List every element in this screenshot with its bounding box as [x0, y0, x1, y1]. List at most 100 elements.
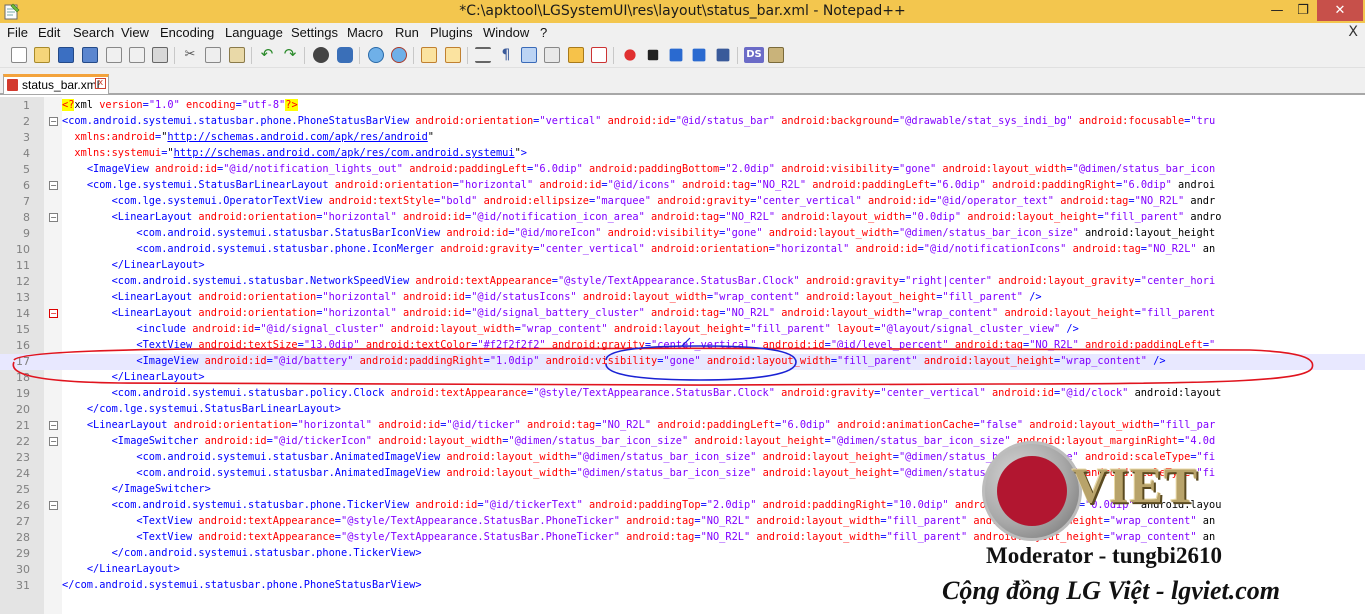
- sync-v-icon[interactable]: [421, 47, 437, 63]
- line-number: 8: [23, 211, 30, 224]
- save-macro-icon[interactable]: [716, 48, 730, 62]
- copy-icon[interactable]: [205, 47, 221, 63]
- line-number: 29: [16, 547, 30, 560]
- code-line[interactable]: 7 <com.lge.systemui.OperatorTextView and…: [0, 194, 1365, 210]
- community-credit: Cộng đồng LG Việt - lgviet.com: [942, 576, 1280, 605]
- line-number: 18: [16, 371, 30, 384]
- code-line[interactable]: 14 − <LinearLayout android:orientation="h…: [0, 306, 1365, 322]
- code-line[interactable]: 13 <LinearLayout android:orientation="ho…: [0, 290, 1365, 306]
- code-text: <com.android.systemui.statusbar.phone.Ph…: [62, 115, 1216, 127]
- toolbar-separator: [174, 47, 175, 64]
- replace-icon[interactable]: [337, 47, 353, 63]
- all-chars-icon[interactable]: ¶: [498, 47, 514, 63]
- menu-run[interactable]: Run: [395, 25, 419, 40]
- paste-icon[interactable]: [229, 47, 245, 63]
- code-line[interactable]: 21 − <LinearLayout android:orientation="h…: [0, 418, 1365, 434]
- toolbar-separator: [304, 47, 305, 64]
- lgviet-watermark: VIET Moderator - tungbi2610 Cộng đồng LG…: [930, 440, 1365, 614]
- toolbar-separator: [737, 47, 738, 64]
- code-line[interactable]: 20 </com.lge.systemui.StatusBarLinearLay…: [0, 402, 1365, 418]
- tab-status-bar-xml[interactable]: status_bar.xml x: [3, 74, 109, 94]
- code-text: <LinearLayout android:orientation="horiz…: [111, 291, 1042, 303]
- new-file-icon[interactable]: [11, 47, 27, 63]
- code-line[interactable]: 8 − <LinearLayout android:orientation="ho…: [0, 210, 1365, 226]
- menu-search[interactable]: Search: [73, 25, 114, 40]
- zoom-in-icon[interactable]: [368, 47, 384, 63]
- line-number: 6: [23, 179, 30, 192]
- code-text: <com.android.systemui.statusbar.StatusBa…: [136, 227, 1216, 239]
- menu-settings[interactable]: Settings: [291, 25, 338, 40]
- indent-guide-icon[interactable]: [521, 47, 537, 63]
- play-multi-icon[interactable]: [692, 48, 706, 62]
- code-line[interactable]: 1 <?xml version="1.0" encoding="utf-8"?>: [0, 98, 1365, 114]
- line-number: 16: [16, 339, 30, 352]
- save-icon[interactable]: [58, 47, 74, 63]
- udl-icon[interactable]: [544, 47, 560, 63]
- fold-toggle-icon[interactable]: −: [49, 421, 58, 430]
- menu-file[interactable]: File: [7, 25, 28, 40]
- print-icon[interactable]: [152, 47, 168, 63]
- code-line[interactable]: 19 <com.android.systemui.statusbar.polic…: [0, 386, 1365, 402]
- viet-logo-text: VIET: [1072, 457, 1199, 513]
- close-icon[interactable]: [106, 47, 122, 63]
- code-line[interactable]: 6 − <com.lge.systemui.StatusBarLinearLayo…: [0, 178, 1365, 194]
- fold-toggle-icon[interactable]: −: [49, 117, 58, 126]
- stop-record-icon[interactable]: [647, 49, 659, 61]
- toolbar-separator: [467, 47, 468, 64]
- code-line[interactable]: 4 xmlns:systemui="http://schemas.android…: [0, 146, 1365, 162]
- word-wrap-icon[interactable]: [475, 47, 491, 63]
- save-all-icon[interactable]: [82, 47, 98, 63]
- maximize-button[interactable]: ❐: [1290, 0, 1316, 21]
- doc-map-icon[interactable]: [568, 47, 584, 63]
- close-document-button[interactable]: X: [1348, 24, 1358, 40]
- code-line[interactable]: 16 <TextView android:textSize="13.0dip" …: [0, 338, 1365, 354]
- play-macro-icon[interactable]: [669, 48, 683, 62]
- menu-encoding[interactable]: Encoding: [160, 25, 214, 40]
- code-text: <TextView android:textSize="13.0dip" and…: [136, 339, 1216, 351]
- code-line[interactable]: 2 − <com.android.systemui.statusbar.phone.…: [0, 114, 1365, 130]
- record-macro-icon[interactable]: [624, 49, 636, 61]
- fold-toggle-icon[interactable]: −: [49, 437, 58, 446]
- function-list-icon[interactable]: [591, 47, 607, 63]
- code-line[interactable]: 18 </LinearLayout>: [0, 370, 1365, 386]
- code-line[interactable]: 9 <com.android.systemui.statusbar.Status…: [0, 226, 1365, 242]
- minimize-button[interactable]: —: [1264, 0, 1290, 21]
- menu-help[interactable]: ?: [540, 25, 547, 40]
- code-line[interactable]: 12 <com.android.systemui.statusbar.Netwo…: [0, 274, 1365, 290]
- redo-icon[interactable]: ↷: [282, 47, 298, 63]
- fold-toggle-icon[interactable]: −: [49, 309, 58, 318]
- menu-window[interactable]: Window: [483, 25, 529, 40]
- line-number: 14: [16, 307, 30, 320]
- fold-toggle-icon[interactable]: −: [49, 213, 58, 222]
- line-number: 21: [16, 419, 30, 432]
- code-line[interactable]: 3 xmlns:android="http://schemas.android.…: [0, 130, 1365, 146]
- sync-h-icon[interactable]: [445, 47, 461, 63]
- line-number: 26: [16, 499, 30, 512]
- menu-macro[interactable]: Macro: [347, 25, 383, 40]
- menu-edit[interactable]: Edit: [38, 25, 60, 40]
- zoom-out-icon[interactable]: [391, 47, 407, 63]
- code-line[interactable]: 10 <com.android.systemui.statusbar.phone…: [0, 242, 1365, 258]
- menu-language[interactable]: Language: [225, 25, 283, 40]
- plugin-icon[interactable]: [768, 47, 784, 63]
- menu-plugins[interactable]: Plugins: [430, 25, 473, 40]
- code-text: <ImageView android:id="@id/battery" andr…: [136, 355, 1166, 367]
- code-line[interactable]: 11 </LinearLayout>: [0, 258, 1365, 274]
- code-line[interactable]: 15 <include android:id="@id/signal_clust…: [0, 322, 1365, 338]
- tab-close-button[interactable]: x: [95, 78, 106, 89]
- code-line[interactable]: 17 <ImageView android:id="@id/battery" a…: [0, 354, 1365, 370]
- fold-toggle-icon[interactable]: −: [49, 181, 58, 190]
- undo-icon[interactable]: ↶: [259, 47, 275, 63]
- fold-toggle-icon[interactable]: −: [49, 501, 58, 510]
- close-window-button[interactable]: ✕: [1317, 0, 1363, 21]
- code-text: <include android:id="@id/signal_cluster"…: [136, 323, 1079, 335]
- close-all-icon[interactable]: [129, 47, 145, 63]
- ds-icon[interactable]: DS: [744, 47, 764, 63]
- code-line[interactable]: 5 <ImageView android:id="@id/notificatio…: [0, 162, 1365, 178]
- menu-view[interactable]: View: [121, 25, 149, 40]
- open-file-icon[interactable]: [34, 47, 50, 63]
- find-icon[interactable]: [313, 47, 329, 63]
- moderator-credit: Moderator - tungbi2610: [986, 543, 1222, 568]
- cut-icon[interactable]: ✂: [182, 47, 198, 63]
- code-text: <ImageView android:id="@id/notification_…: [86, 163, 1216, 175]
